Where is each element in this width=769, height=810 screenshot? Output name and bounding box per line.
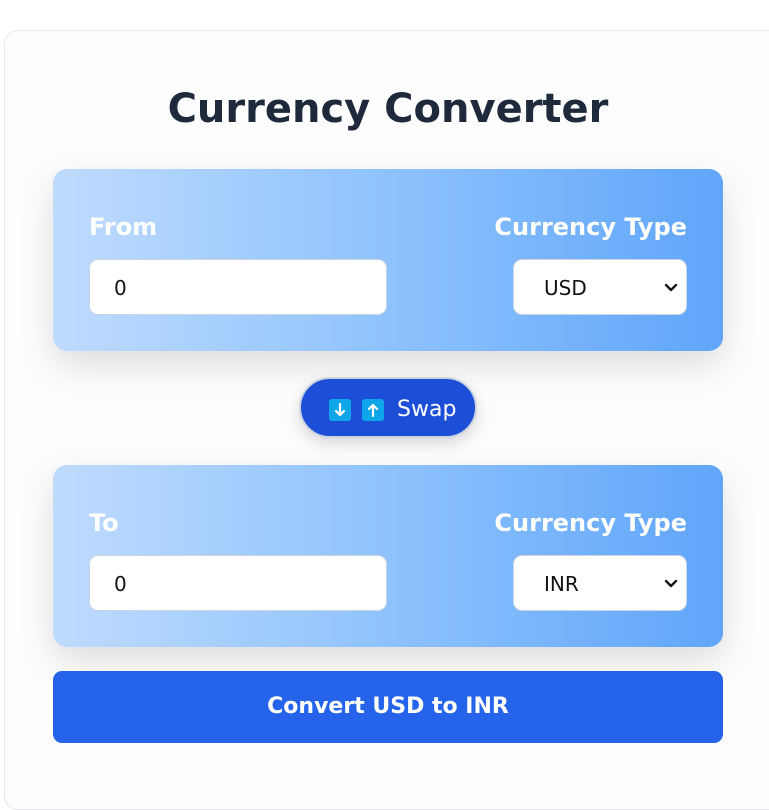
from-currency-value: USD [544, 276, 587, 300]
from-amount-input[interactable]: 0 [89, 259, 387, 315]
from-currency-select[interactable]: USD [513, 259, 687, 315]
to-panel: To Currency Type 0 INR [53, 465, 723, 647]
up-arrow-icon [362, 399, 384, 421]
chevron-down-icon [664, 579, 678, 588]
convert-button[interactable]: Convert USD to INR [53, 671, 723, 743]
to-currency-select[interactable]: INR [513, 555, 687, 611]
down-arrow-icon [329, 399, 351, 421]
to-label: To [89, 509, 119, 537]
to-currency-label: Currency Type [494, 509, 687, 537]
to-amount-input[interactable]: 0 [89, 555, 387, 611]
from-label: From [89, 213, 158, 241]
from-currency-label: Currency Type [494, 213, 687, 241]
page-title: Currency Converter [167, 86, 609, 132]
from-panel: From Currency Type 0 USD [53, 169, 723, 351]
swap-label: Swap [397, 397, 457, 422]
swap-button[interactable]: Swap [299, 377, 477, 438]
chevron-down-icon [664, 283, 678, 292]
to-currency-value: INR [544, 572, 579, 596]
